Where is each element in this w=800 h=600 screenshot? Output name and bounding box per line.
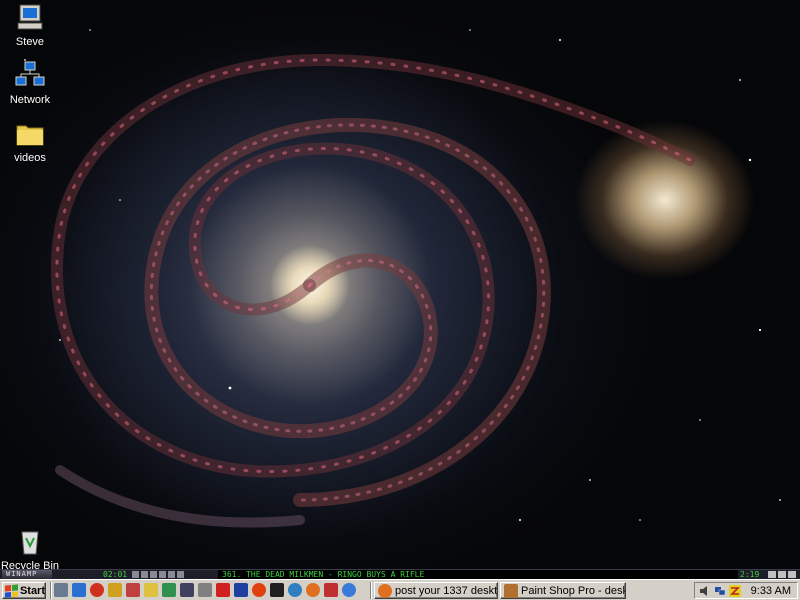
volume-icon[interactable] <box>699 585 711 597</box>
grid-icon[interactable] <box>162 583 176 597</box>
windows-flag-icon <box>5 583 18 598</box>
desktop-icon-label: Recycle Bin <box>0 560 60 569</box>
winamp-windowshade[interactable]: WINAMP 02:01 361. THE DEAD MILKMEN - RIN… <box>0 569 800 579</box>
winamp-title[interactable]: WINAMP <box>2 570 52 579</box>
headset-icon[interactable] <box>270 583 284 597</box>
prev-icon[interactable] <box>132 571 139 578</box>
zonealarm-icon[interactable] <box>729 584 741 597</box>
network-icon <box>14 60 46 92</box>
winamp-close-icon[interactable] <box>788 571 796 578</box>
start-button[interactable]: Start <box>2 582 46 599</box>
flame-icon[interactable] <box>252 583 266 597</box>
next-icon[interactable] <box>168 571 175 578</box>
desktop-icon-videos[interactable]: videos <box>0 118 60 164</box>
winamp-transport <box>132 571 184 578</box>
stop-icon[interactable] <box>159 571 166 578</box>
game-icon[interactable] <box>180 583 194 597</box>
eject-icon[interactable] <box>177 571 184 578</box>
desktop-icon-label: Steve <box>15 36 45 48</box>
pause-icon[interactable] <box>150 571 157 578</box>
explorer-icon[interactable] <box>108 583 122 597</box>
desktop-icon-label: Network <box>9 94 51 106</box>
taskbar-separator <box>50 582 52 599</box>
task-button-paint-shop-pro[interactable]: Paint Shop Pro - desktop.... <box>500 582 626 599</box>
task-label: Paint Shop Pro - desktop.... <box>521 584 625 597</box>
tool-icon[interactable] <box>198 583 212 597</box>
folder-icon <box>14 118 46 150</box>
play-icon[interactable] <box>141 571 148 578</box>
record-icon[interactable] <box>324 583 338 597</box>
winamp-minimize-icon[interactable] <box>768 571 776 578</box>
system-tray: 9:33 AM <box>694 582 798 599</box>
my-computer-icon <box>14 2 46 34</box>
wallpaper-galaxy <box>24 29 781 528</box>
firefox-icon[interactable] <box>306 583 320 597</box>
media-icon[interactable] <box>90 583 104 597</box>
ie-icon[interactable] <box>72 583 86 597</box>
desktop-icon-network[interactable]: Network <box>0 60 60 106</box>
paint-shop-icon <box>504 583 518 598</box>
taskbar-separator <box>370 582 372 599</box>
desktop-icon[interactable] <box>54 583 68 597</box>
quick-launch <box>54 583 356 598</box>
task-label: post your 1337 desktop - ... <box>395 584 498 597</box>
desktop-icon-steve[interactable]: Steve <box>0 2 60 48</box>
paint-icon[interactable] <box>126 583 140 597</box>
winamp-track-position: 2:19 <box>740 570 760 579</box>
task-button-firefox[interactable]: post your 1337 desktop - ... <box>374 582 498 599</box>
globe-icon[interactable] <box>288 583 302 597</box>
clock[interactable]: 9:33 AM <box>751 585 797 597</box>
desktop-icon-recycle-bin[interactable]: Recycle Bin <box>0 526 60 569</box>
winamp-restore-icon[interactable] <box>778 571 786 578</box>
network-tray-icon[interactable] <box>714 585 726 597</box>
start-label: Start <box>19 584 45 597</box>
plus-icon[interactable] <box>216 583 230 597</box>
pencil-icon[interactable] <box>144 583 158 597</box>
desktop-icon-label: videos <box>14 152 46 164</box>
ie-blue-icon[interactable] <box>342 583 356 597</box>
winamp-elapsed-time[interactable]: 02:01 <box>103 570 127 579</box>
desktop[interactable]: Steve Network videos Recycle Bin <box>0 0 800 569</box>
taskbar: Start post your 1337 desktop - ... Paint… <box>0 579 800 600</box>
shield-icon[interactable] <box>234 583 248 597</box>
winamp-track-title[interactable]: 361. THE DEAD MILKMEN - RINGO BUYS A RIF… <box>218 570 738 579</box>
firefox-icon <box>378 583 392 598</box>
recycle-bin-icon <box>14 526 46 558</box>
